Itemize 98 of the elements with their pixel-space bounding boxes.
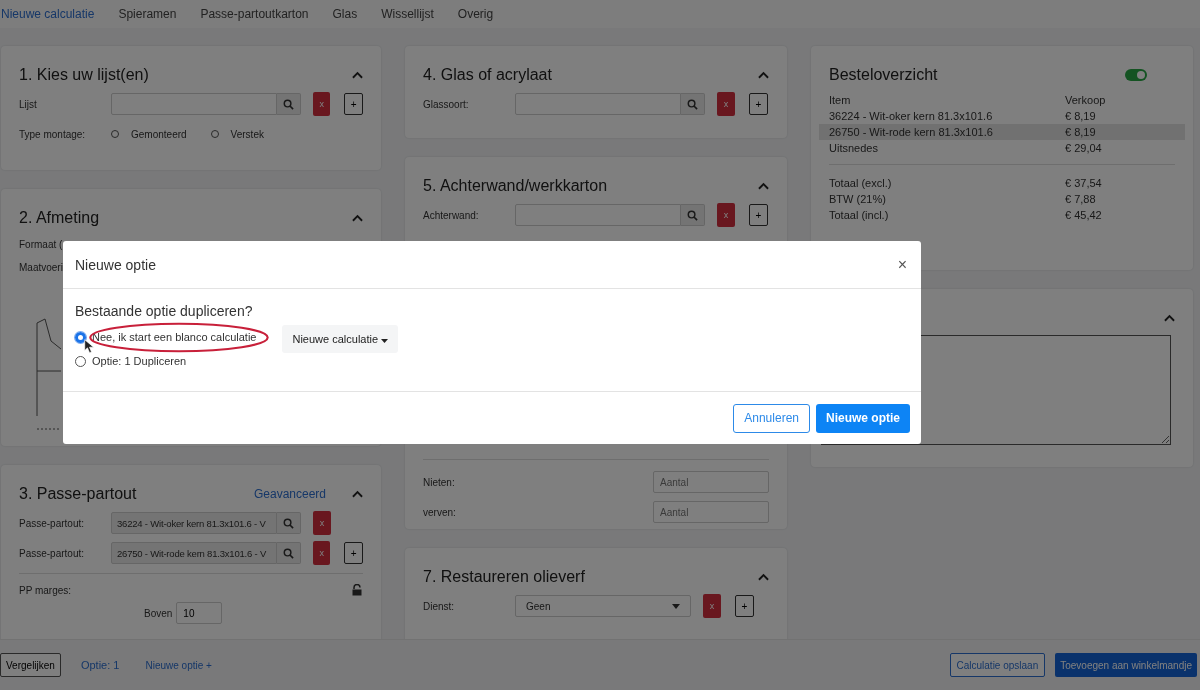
- advanced-link[interactable]: Geavanceerd: [253, 487, 326, 501]
- nav-tab[interactable]: Nieuwe calculatie: [1, 7, 95, 21]
- add-button[interactable]: +: [344, 542, 363, 564]
- table-cell: Totaal (incl.): [829, 209, 889, 221]
- nav-tab[interactable]: Glas: [332, 7, 358, 21]
- table-cell: Totaal (excl.): [829, 177, 892, 189]
- field-label: PP marges:: [19, 584, 72, 596]
- field-label: verven:: [423, 506, 456, 518]
- table-cell-text: € 45,42: [1065, 209, 1103, 221]
- remove-button[interactable]: x: [717, 203, 735, 227]
- search-icon: [283, 517, 294, 529]
- cancel-button[interactable]: Annuleren: [733, 403, 810, 433]
- chevron-up-icon[interactable]: [758, 182, 769, 190]
- radio-label: Verstek: [230, 128, 264, 140]
- option-link[interactable]: Optie: 1: [80, 659, 120, 671]
- remove-button[interactable]: x: [703, 594, 721, 618]
- chevron-up-icon[interactable]: [758, 71, 769, 79]
- section-title: 1. Kies uw lijst(en): [19, 66, 150, 84]
- table-cell-text: € 37,54: [1065, 177, 1103, 189]
- remove-button[interactable]: x: [313, 92, 331, 116]
- field-label: Glassoort:: [423, 98, 470, 110]
- field-label: Passe-partout:: [19, 517, 86, 529]
- section-title: 5. Achterwand/werkkarton: [423, 177, 609, 195]
- search-icon: [283, 547, 294, 559]
- search-button[interactable]: [277, 542, 301, 564]
- search-button[interactable]: [277, 93, 301, 115]
- lock-icon[interactable]: [352, 584, 363, 596]
- caret-icon: [672, 603, 680, 609]
- input-field[interactable]: [515, 204, 681, 226]
- radio-label: Nee, ik start een blanco calculatie: [92, 331, 257, 343]
- nav-tab[interactable]: Overig: [457, 7, 494, 21]
- remove-button[interactable]: x: [717, 92, 735, 116]
- table-cell-text: € 7,88: [1065, 193, 1097, 205]
- cursor-icon: [84, 339, 95, 354]
- table-cell: BTW (21%): [829, 193, 886, 205]
- close-button[interactable]: ×: [895, 255, 909, 274]
- search-icon: [283, 98, 294, 110]
- field-label: Maatvoeri: [19, 262, 63, 273]
- input-field[interactable]: [111, 93, 277, 115]
- field-label: Formaat (: [19, 239, 63, 250]
- nav-tab[interactable]: Spieramen: [118, 7, 177, 21]
- search-button[interactable]: [681, 204, 705, 226]
- confirm-button[interactable]: Nieuwe optie: [816, 403, 910, 433]
- field-label: Boven: [144, 607, 173, 619]
- search-button[interactable]: [681, 93, 705, 115]
- chevron-up-icon[interactable]: [1164, 314, 1175, 322]
- add-to-cart-button[interactable]: Toevoegen aan winkelmandje: [1055, 653, 1197, 677]
- remove-button[interactable]: x: [313, 511, 331, 535]
- modal-title: Nieuwe optie: [75, 256, 156, 273]
- remove-button[interactable]: x: [313, 541, 331, 565]
- section-title: 4. Glas of acrylaat: [423, 66, 553, 84]
- table-cell-text: € 29,04: [1065, 142, 1103, 154]
- section-title: 2. Afmeting: [19, 209, 101, 227]
- table-cell: 26750 - Wit-rode kern 81.3x101.6: [829, 126, 993, 138]
- search-icon: [687, 209, 698, 221]
- table-cell: Uitsnedes: [829, 142, 878, 154]
- add-button[interactable]: +: [344, 93, 363, 115]
- chevron-up-icon[interactable]: [352, 490, 363, 498]
- chevron-up-icon[interactable]: [352, 214, 363, 222]
- input-field[interactable]: 36224 - Wit-oker kern 81.3x101.6 - V: [111, 512, 277, 534]
- field-label: Dienst:: [423, 600, 456, 612]
- field-label: Type montage:: [19, 128, 87, 140]
- radio-label: Optie: 1 Dupliceren: [92, 355, 187, 367]
- column-header: Item: [829, 94, 851, 106]
- field-label: Nieten:: [423, 476, 455, 488]
- search-button[interactable]: [277, 512, 301, 534]
- save-button[interactable]: Calculatie opslaan: [949, 653, 1046, 677]
- radio-label: Gemonteerd: [131, 128, 187, 140]
- input-field[interactable]: [515, 93, 681, 115]
- section-title: Besteloverzicht: [829, 66, 939, 84]
- field-label: Passe-partout:: [19, 547, 86, 559]
- add-button[interactable]: +: [749, 93, 768, 115]
- nav-tab[interactable]: Passe-partoutkarton: [200, 7, 309, 21]
- section-title: 3. Passe-partout: [19, 485, 138, 503]
- dropdown-button[interactable]: Nieuwe calculatie: [282, 325, 399, 353]
- input-field[interactable]: 26750 - Wit-rode kern 81.3x101.6 - V: [111, 542, 277, 564]
- field-label: Lijst: [19, 98, 38, 110]
- search-icon: [687, 98, 698, 110]
- toggle-switch[interactable]: [1125, 69, 1147, 81]
- input-field[interactable]: 10: [176, 602, 223, 624]
- caret-icon: [381, 339, 389, 343]
- table-cell-text: € 8,19: [1065, 110, 1097, 122]
- table-cell: 36224 - Wit-oker kern 81.3x101.6: [829, 110, 993, 122]
- add-button[interactable]: +: [735, 595, 754, 617]
- compare-button[interactable]: Vergelijken: [0, 653, 61, 677]
- input-field[interactable]: Aantal: [653, 501, 769, 523]
- nav-tab[interactable]: Wissellijst: [381, 7, 434, 21]
- section-title: 7. Restaureren olieverf: [423, 568, 586, 586]
- table-cell-text: € 8,19: [1065, 126, 1097, 138]
- new-option-link[interactable]: Nieuwe optie +: [145, 659, 212, 671]
- input-field[interactable]: Aantal: [653, 471, 769, 493]
- question-text: Bestaande optie dupliceren?: [75, 303, 254, 319]
- add-button[interactable]: +: [749, 204, 768, 226]
- chevron-up-icon[interactable]: [352, 71, 363, 79]
- select-field[interactable]: Geen: [515, 595, 691, 617]
- chevron-up-icon[interactable]: [758, 573, 769, 581]
- field-label: Achterwand:: [423, 209, 480, 221]
- column-header: Verkoop: [1065, 94, 1107, 106]
